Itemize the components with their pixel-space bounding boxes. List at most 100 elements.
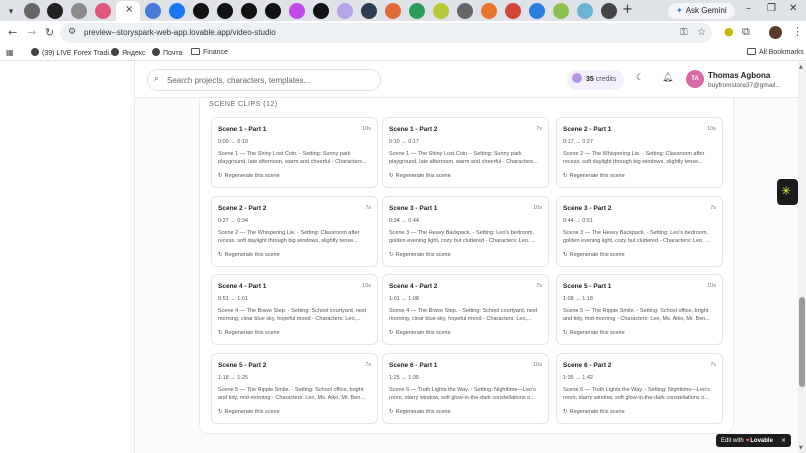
bookmark-item[interactable]: (39) LIVE Forex Tradi... — [31, 48, 115, 57]
scroll-up-icon[interactable]: ▲ — [799, 64, 803, 70]
ask-gemini-label: Ask Gemini — [685, 6, 727, 15]
profile-avatar-icon[interactable] — [769, 26, 782, 39]
window-close-icon[interactable]: ✕ — [789, 3, 797, 14]
clip-duration: 10s — [362, 283, 371, 289]
scene-clip-card[interactable]: Scene 4 - Part 1 10s 0:51 → 1:01 Scene 4 — … — [211, 274, 378, 345]
tab-favicon[interactable] — [193, 3, 209, 19]
tab-favicon[interactable] — [95, 3, 111, 19]
regenerate-label: Regenerate this scene — [224, 252, 280, 258]
regenerate-icon: ↻ — [389, 409, 394, 415]
bookmarks-bar: ▦ (39) LIVE Forex Tradi... Яндекс Почта … — [0, 45, 806, 61]
tab-favicon[interactable] — [24, 3, 40, 19]
regenerate-scene-button[interactable]: ↻ Regenerate this scene — [218, 409, 280, 415]
new-tab-icon[interactable]: + — [622, 2, 633, 17]
tab-favicon[interactable] — [265, 3, 281, 19]
tab-favicon[interactable] — [481, 3, 497, 19]
scene-clip-card[interactable]: Scene 2 - Part 1 10s 0:17 → 0:27 Scene 2 — … — [556, 117, 723, 188]
heart-icon: ♥ — [745, 438, 750, 444]
tab-favicon[interactable] — [433, 3, 449, 19]
scene-clip-card[interactable]: Scene 1 - Part 2 7s 0:10 → 0:17 Scene 1 — T… — [382, 117, 549, 188]
regenerate-scene-button[interactable]: ↻ Regenerate this scene — [389, 173, 451, 179]
tab-favicon[interactable] — [553, 3, 569, 19]
forward-icon[interactable]: → — [27, 26, 36, 39]
clip-duration: 7s — [365, 362, 371, 368]
regenerate-scene-button[interactable]: ↻ Regenerate this scene — [389, 409, 451, 415]
back-icon[interactable]: ← — [8, 26, 17, 39]
extension-icon[interactable]: ● — [724, 25, 734, 38]
dark-mode-icon[interactable]: ☾ — [636, 73, 644, 83]
sparkle-icon: ✳ — [781, 184, 792, 198]
bookmark-item[interactable]: Яндекс — [111, 48, 146, 57]
regenerate-scene-button[interactable]: ↻ Regenerate this scene — [389, 252, 451, 258]
tab-favicon[interactable] — [385, 3, 401, 19]
search-input[interactable]: ⌕ Search projects, characters, templates… — [147, 69, 381, 91]
bookmark-item[interactable]: Почта — [152, 48, 182, 57]
regenerate-scene-button[interactable]: ↻ Regenerate this scene — [563, 252, 625, 258]
page-scrollbar[interactable]: ▲ ▼ — [798, 62, 806, 453]
notifications-bell-icon[interactable]: 🔔︎ — [662, 73, 673, 83]
clip-title: Scene 2 - Part 1 — [563, 126, 612, 133]
bookmark-folder[interactable]: Finance — [191, 48, 228, 56]
ask-gemini-button[interactable]: ✦ Ask Gemini — [668, 3, 735, 19]
bookmark-star-icon[interactable]: ☆ — [697, 27, 706, 38]
apps-grid-icon[interactable]: ▦ — [6, 48, 14, 57]
browser-menu-icon[interactable]: ⋮ — [792, 25, 803, 38]
password-key-icon[interactable]: ⚿ — [680, 27, 688, 38]
tab-favicon[interactable] — [71, 3, 87, 19]
scene-clip-card[interactable]: Scene 6 - Part 1 10s 1:25 → 1:35 Scene 6 — … — [382, 353, 549, 424]
regenerate-scene-button[interactable]: ↻ Regenerate this scene — [563, 173, 625, 179]
tab-favicon[interactable] — [505, 3, 521, 19]
user-avatar[interactable]: TA — [686, 70, 704, 88]
all-bookmarks[interactable]: All Bookmarks — [747, 48, 804, 56]
tab-favicon[interactable] — [409, 3, 425, 19]
tab-favicon[interactable] — [47, 3, 63, 19]
regenerate-scene-button[interactable]: ↻ Regenerate this scene — [218, 173, 280, 179]
tab-favicon[interactable] — [577, 3, 593, 19]
clip-duration: 7s — [536, 283, 542, 289]
regenerate-scene-button[interactable]: ↻ Regenerate this scene — [218, 252, 280, 258]
restore-icon[interactable]: ❐ — [767, 3, 776, 14]
regenerate-icon: ↻ — [563, 252, 568, 258]
tab-favicon[interactable] — [169, 3, 185, 19]
clip-title: Scene 5 - Part 1 — [563, 283, 612, 290]
close-icon[interactable]: × — [781, 437, 786, 444]
scene-clip-card[interactable]: Scene 5 - Part 2 7s 1:18 → 1:25 Scene 5 — T… — [211, 353, 378, 424]
regenerate-scene-button[interactable]: ↻ Regenerate this scene — [389, 330, 451, 336]
scene-clip-card[interactable]: Scene 6 - Part 2 7s 1:35 → 1:42 Scene 6 — T… — [556, 353, 723, 424]
scene-clip-card[interactable]: Scene 1 - Part 1 10s 0:00 → 0:10 Scene 1 — … — [211, 117, 378, 188]
tab-favicon[interactable] — [313, 3, 329, 19]
reload-icon[interactable]: ↻ — [45, 26, 54, 39]
scene-clip-card[interactable]: Scene 5 - Part 1 10s 1:08 → 1:18 Scene 5 — … — [556, 274, 723, 345]
tab-favicon[interactable] — [457, 3, 473, 19]
regenerate-icon: ↻ — [563, 173, 568, 179]
tab-search-icon[interactable]: ▾ — [4, 4, 18, 18]
tab-favicon[interactable] — [289, 3, 305, 19]
regenerate-label: Regenerate this scene — [395, 409, 451, 415]
tab-favicon[interactable] — [145, 3, 161, 19]
scene-clip-card[interactable]: Scene 3 - Part 2 7s 0:44 → 0:51 Scene 3 — T… — [556, 196, 723, 267]
scroll-down-icon[interactable]: ▼ — [799, 445, 803, 451]
tab-favicon[interactable] — [361, 3, 377, 19]
tab-close-icon[interactable]: × — [125, 4, 133, 15]
floating-extension-button[interactable]: ✳ — [777, 179, 798, 205]
regenerate-scene-button[interactable]: ↻ Regenerate this scene — [563, 409, 625, 415]
tab-favicon[interactable] — [601, 3, 617, 19]
regenerate-scene-button[interactable]: ↻ Regenerate this scene — [563, 330, 625, 336]
user-name[interactable]: Thomas Agbona — [708, 71, 770, 80]
url-text[interactable]: preview--storyspark-web-app.lovable.app/… — [84, 28, 276, 37]
tab-favicon[interactable] — [241, 3, 257, 19]
tab-favicon[interactable] — [217, 3, 233, 19]
edit-with-lovable-badge[interactable]: Edit with ♥Lovable × — [716, 434, 791, 447]
tab-favicon[interactable] — [529, 3, 545, 19]
regenerate-scene-button[interactable]: ↻ Regenerate this scene — [218, 330, 280, 336]
credits-badge[interactable]: 35 credits — [567, 70, 625, 90]
minimize-icon[interactable]: – — [746, 3, 751, 14]
extensions-puzzle-icon[interactable]: ⧉ — [742, 25, 750, 39]
scene-clip-card[interactable]: Scene 3 - Part 1 10s 0:34 → 0:44 Scene 3 — … — [382, 196, 549, 267]
scrollbar-thumb[interactable] — [799, 297, 805, 387]
tab-favicon[interactable] — [337, 3, 353, 19]
scene-clip-card[interactable]: Scene 2 - Part 2 7s 0:27 → 0:34 Scene 2 — T… — [211, 196, 378, 267]
site-info-icon[interactable]: ⚙ — [68, 27, 76, 37]
address-bar[interactable]: ⚙ preview--storyspark-web-app.lovable.ap… — [60, 23, 712, 43]
scene-clip-card[interactable]: Scene 4 - Part 2 7s 1:01 → 1:08 Scene 4 — T… — [382, 274, 549, 345]
